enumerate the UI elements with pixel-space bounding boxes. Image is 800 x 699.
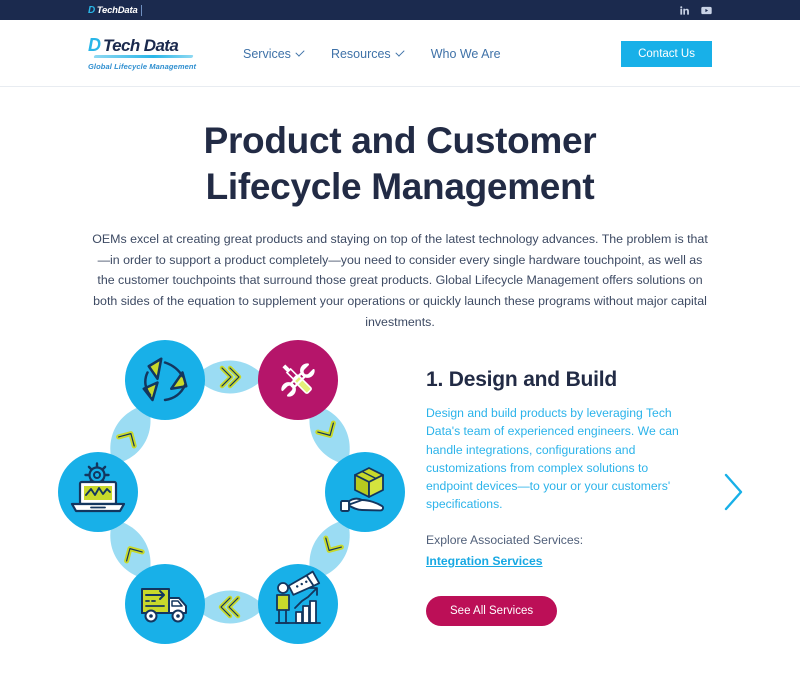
top-utility-bar: D TechData [0,0,800,20]
page-title-line-1: Product and Customer [203,120,597,161]
nav-item-services-label: Services [243,46,291,61]
cycle-node-recycle[interactable] [125,340,205,420]
nav-item-resources[interactable]: Resources [330,46,405,61]
topbar-logo[interactable]: D TechData [88,3,142,17]
brand-tagline: Global Lifecycle Management [88,62,197,71]
lifecycle-band: 1. Design and Build Design and build pro… [0,318,800,678]
brand-mark-icon: D [88,35,101,55]
linkedin-icon[interactable] [679,5,690,16]
step-panel: 1. Design and Build Design and build pro… [426,368,698,626]
cycle-node-deploy[interactable] [325,452,405,532]
brand-swoosh-icon [93,55,194,58]
nav-item-who-we-are-label: Who We Are [430,46,501,61]
cycle-node-support[interactable] [58,452,138,532]
page-title-line-2: Lifecycle Management [205,165,595,207]
brand-name: Tech Data [103,36,179,55]
site-header: D Tech Data Global Lifecycle Management … [0,20,800,87]
lifecycle-diagram [40,332,420,652]
social-links [679,5,712,16]
nav-item-services[interactable]: Services [243,46,305,61]
brand-logo[interactable]: D Tech Data Global Lifecycle Management [88,36,198,71]
primary-navigation: Services Resources Who We Are [243,47,501,61]
cycle-node-logistics[interactable] [125,564,205,644]
step-description: Design and build products by leveraging … [426,406,679,512]
hero-section: Product and Customer Lifecycle Managemen… [0,88,800,333]
cycle-connector [195,590,265,624]
nav-item-who-we-are[interactable]: Who We Are [431,47,501,61]
explore-services-label: Explore Associated Services: [426,532,584,547]
youtube-icon[interactable] [701,5,712,16]
chevron-down-icon [295,47,305,57]
cycle-connector [195,360,265,394]
chevron-right-icon [724,473,743,511]
site-header-inner: D Tech Data Global Lifecycle Management … [88,20,712,87]
integration-services-link[interactable]: Integration Services [426,554,543,568]
step-title: 1. Design and Build [426,368,618,391]
cycle-node-design-build[interactable] [258,340,338,420]
chevron-down-icon [395,47,405,57]
topbar-logo-text: TechData [97,4,142,16]
brand-logo-top: D Tech Data [88,36,198,54]
page-title: Product and Customer Lifecycle Managemen… [0,118,800,209]
carousel-next-button[interactable] [720,470,746,514]
cycle-node-analytics[interactable] [258,564,338,644]
hero-paragraph: OEMs excel at creating great products an… [92,232,708,329]
contact-us-button[interactable]: Contact Us [621,40,712,67]
nav-item-resources-label: Resources [330,46,391,61]
top-utility-bar-inner: D TechData [88,0,712,20]
see-all-services-button[interactable]: See All Services [426,595,558,626]
topbar-logo-mark-icon: D [88,4,95,16]
